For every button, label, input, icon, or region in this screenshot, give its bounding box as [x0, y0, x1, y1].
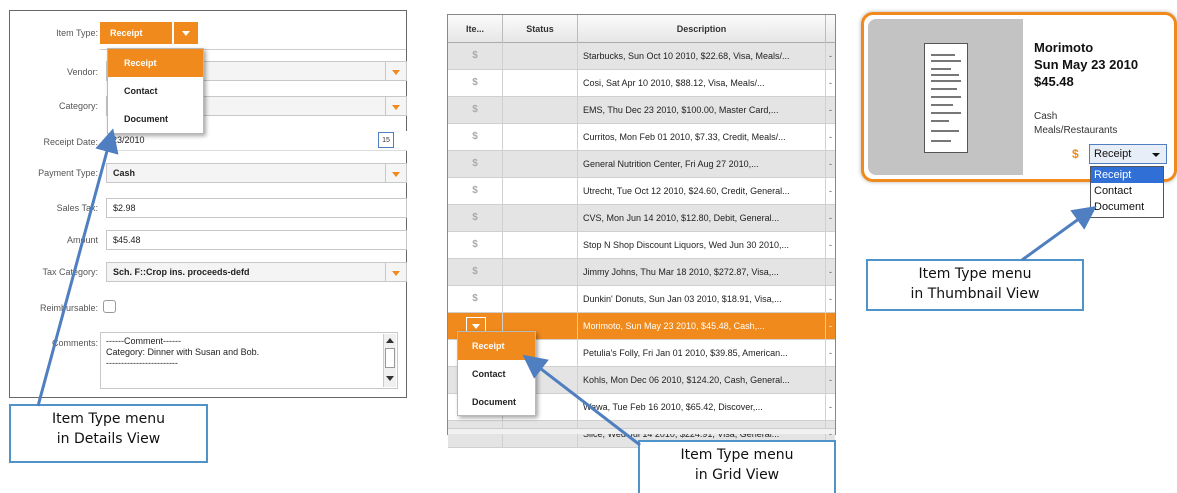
grid-arrow	[522, 354, 641, 447]
thumbnail-arrow	[1021, 205, 1097, 262]
details-arrow	[36, 128, 119, 407]
callout-arrows	[36, 128, 1097, 447]
